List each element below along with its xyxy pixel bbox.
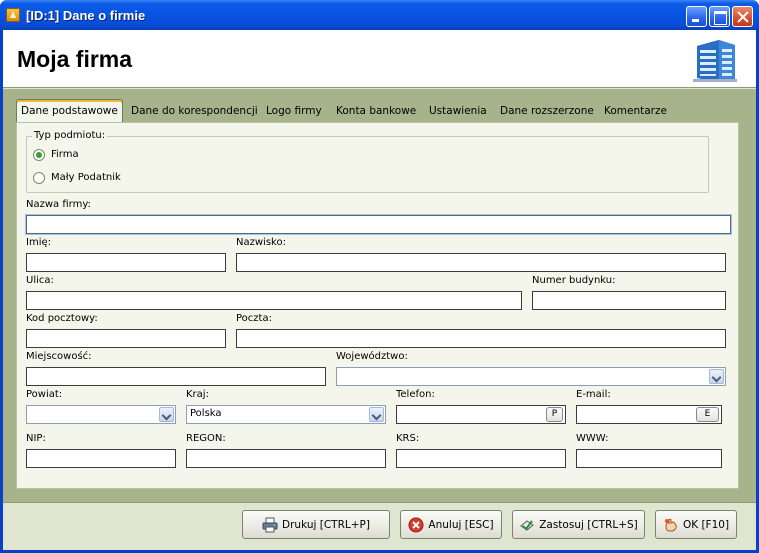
phone-field[interactable]: P: [396, 405, 566, 424]
last-name-field[interactable]: [236, 253, 726, 272]
county-label: Powiat:: [26, 389, 63, 400]
minimize-icon: [687, 7, 706, 26]
regon-field[interactable]: [186, 449, 386, 468]
phone-button[interactable]: P: [546, 407, 563, 422]
ok-button[interactable]: OK [F10]: [655, 510, 737, 539]
cancel-button-label: Anuluj [ESC]: [428, 518, 494, 531]
tab-dane-do-korespondencji[interactable]: Dane do korespondencji: [131, 101, 258, 121]
city-field[interactable]: [26, 367, 326, 386]
tab-logo-firmy[interactable]: Logo firmy: [266, 101, 322, 121]
first-name-label: Imię:: [26, 237, 51, 248]
ok-button-label: OK [F10]: [682, 518, 730, 531]
tab-dane-podstawowe[interactable]: Dane podstawowe: [16, 99, 123, 123]
footer-separator: [3, 502, 756, 503]
page-title: Moja firma: [17, 46, 133, 72]
app-icon[interactable]: [6, 8, 20, 22]
www-field[interactable]: [576, 449, 722, 468]
email-label: E-mail:: [576, 389, 611, 400]
header-panel: Moja firma: [3, 30, 756, 88]
building-number-label: Numer budynku:: [532, 275, 616, 286]
title-bar[interactable]: [ID:1] Dane o firmie: [0, 0, 759, 30]
close-icon: [733, 7, 752, 26]
www-label: WWW:: [576, 433, 609, 444]
radio-maly-podatnik[interactable]: [33, 172, 45, 184]
tab-komentarze[interactable]: Komentarze: [604, 101, 667, 121]
street-field[interactable]: [26, 291, 522, 310]
apply-icon: [520, 519, 535, 531]
entity-type-group: Typ podmiotu: Firma Mały Podatnik: [26, 130, 709, 193]
radio-firma-label[interactable]: Firma: [51, 149, 79, 160]
dialog-window: [ID:1] Dane o firmie Moja firma Dane pod…: [0, 0, 759, 553]
country-select[interactable]: Polska: [186, 405, 386, 424]
voivodeship-label: Województwo:: [336, 351, 408, 362]
email-button[interactable]: E: [696, 407, 719, 422]
post-office-label: Poczta:: [236, 313, 272, 324]
tab-ustawienia[interactable]: Ustawienia: [429, 101, 487, 121]
tab-konta-bankowe[interactable]: Konta bankowe: [336, 101, 416, 121]
tab-page-dane-podstawowe: Typ podmiotu: Firma Mały Podatnik Nazwa …: [16, 122, 739, 489]
country-value: Polska: [190, 408, 222, 419]
last-name-label: Nazwisko:: [236, 237, 286, 248]
print-button-label: Drukuj [CTRL+P]: [282, 518, 370, 531]
cancel-button[interactable]: Anuluj [ESC]: [400, 510, 502, 539]
city-label: Miejscowość:: [26, 351, 92, 362]
minimize-button[interactable]: [686, 6, 707, 27]
company-name-field[interactable]: [26, 215, 731, 234]
post-office-field[interactable]: [236, 329, 726, 348]
phone-label: Telefon:: [396, 389, 435, 400]
krs-field[interactable]: [396, 449, 566, 468]
tab-area: Dane podstawowe Dane do korespondencji L…: [3, 89, 756, 502]
client-area: Moja firma Dane podstawowe Dane do kores…: [3, 30, 756, 550]
chevron-down-icon[interactable]: [159, 407, 174, 422]
chevron-down-icon[interactable]: [369, 407, 384, 422]
window-title: [ID:1] Dane o firmie: [26, 8, 146, 23]
regon-label: REGON:: [186, 433, 226, 444]
maximize-icon: [710, 7, 729, 26]
ok-hand-icon: [664, 518, 677, 531]
company-name-label: Nazwa firmy:: [26, 199, 91, 210]
entity-type-legend: Typ podmiotu:: [32, 130, 108, 141]
printer-icon: [262, 517, 278, 532]
cancel-icon: [408, 517, 424, 532]
postal-code-field[interactable]: [26, 329, 226, 348]
krs-label: KRS:: [396, 433, 420, 444]
postal-code-label: Kod pocztowy:: [26, 313, 98, 324]
radio-maly-podatnik-label[interactable]: Mały Podatnik: [51, 172, 121, 183]
voivodeship-select[interactable]: [336, 367, 726, 386]
maximize-button[interactable]: [709, 6, 730, 27]
nip-field[interactable]: [26, 449, 176, 468]
building-icon: [693, 40, 737, 82]
apply-button-label: Zastosuj [CTRL+S]: [539, 518, 638, 531]
close-button[interactable]: [732, 6, 753, 27]
nip-label: NIP:: [26, 433, 46, 444]
country-label: Kraj:: [186, 389, 209, 400]
radio-firma[interactable]: [33, 149, 45, 161]
street-label: Ulica:: [26, 275, 54, 286]
print-button[interactable]: Drukuj [CTRL+P]: [242, 510, 390, 539]
county-select[interactable]: [26, 405, 176, 424]
chevron-down-icon[interactable]: [709, 369, 724, 384]
tab-dane-rozszerzone[interactable]: Dane rozszerzone: [500, 101, 594, 121]
email-field[interactable]: E: [576, 405, 722, 424]
apply-button[interactable]: Zastosuj [CTRL+S]: [512, 510, 645, 539]
building-number-field[interactable]: [532, 291, 726, 310]
first-name-field[interactable]: [26, 253, 226, 272]
